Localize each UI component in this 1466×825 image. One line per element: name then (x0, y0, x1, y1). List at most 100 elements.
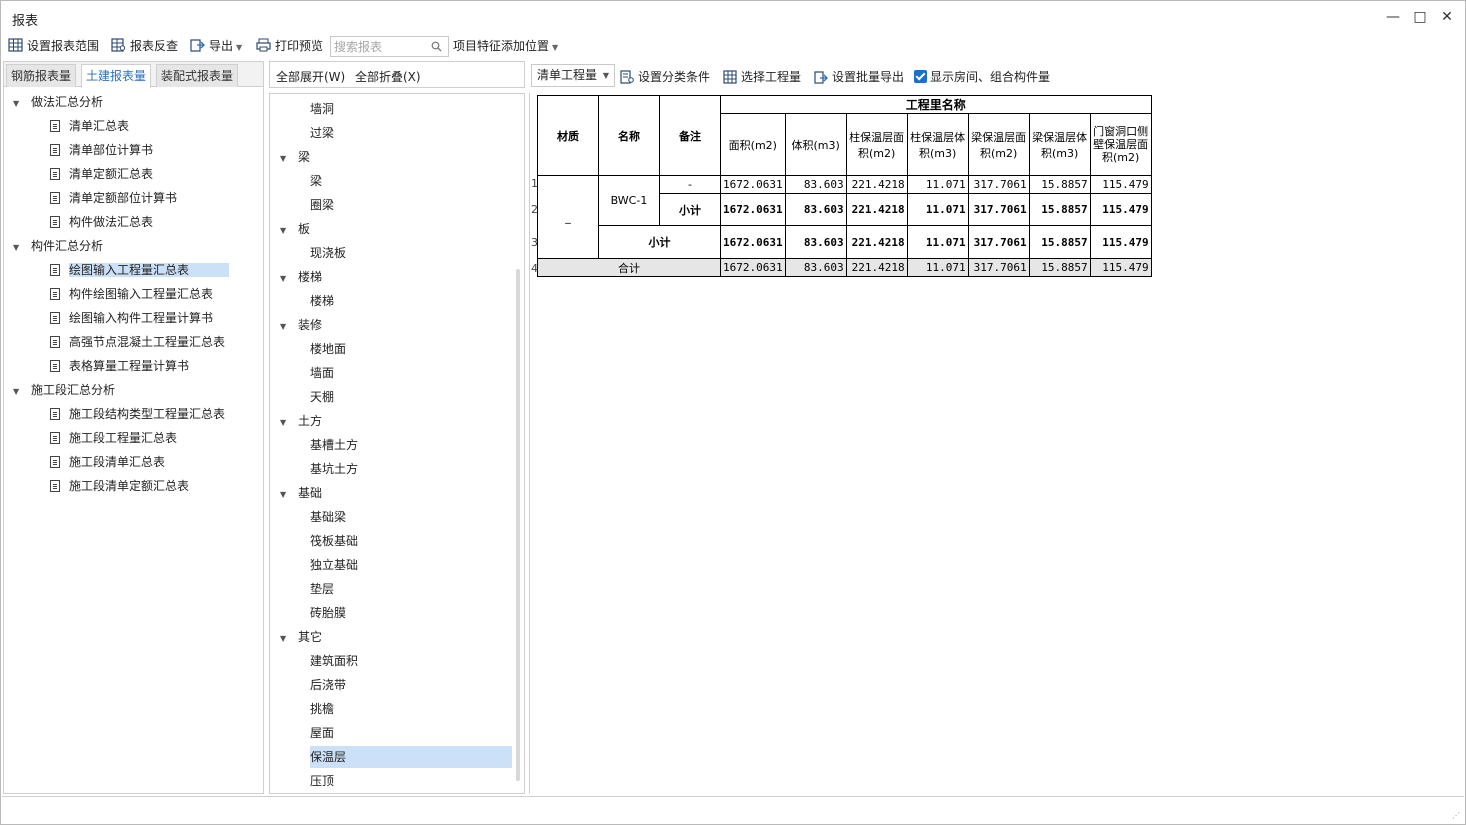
tree-item[interactable]: 清单定额部位计算书 (50, 187, 177, 209)
tree-item[interactable]: 施工段清单定额汇总表 (50, 475, 189, 497)
tree-group-label: 构件汇总分析 (31, 239, 104, 253)
tree-item[interactable]: 绘图输入构件工程量计算书 (50, 307, 213, 329)
tree-item[interactable]: 基坑土方 (310, 458, 358, 480)
close-icon[interactable]: ✕ (1439, 9, 1455, 25)
chevron-down-icon: ▼ (552, 43, 559, 52)
search-input[interactable] (331, 37, 427, 56)
tree-item[interactable]: 高强节点混凝土工程量汇总表 (50, 331, 225, 353)
tree-item[interactable]: 楼地面 (310, 338, 346, 360)
tab-civil-report[interactable]: 土建报表量 (81, 64, 152, 88)
checkbox-checked-icon[interactable] (914, 70, 927, 83)
feature-position-dropdown[interactable]: 项目特征添加位置 ▼ (453, 37, 558, 55)
cell-total-label: 合计 (537, 258, 721, 277)
tree-item[interactable]: 墙洞 (310, 98, 334, 120)
expand-arrow-icon[interactable]: ▼ (280, 316, 290, 338)
expand-arrow-icon[interactable]: ▼ (13, 381, 23, 403)
tree-group[interactable]: ▼ 基础 (280, 482, 322, 504)
document-icon (50, 120, 60, 132)
tree-item-selected[interactable]: 保温层 (310, 746, 512, 768)
tree-group-component[interactable]: ▼ 构件汇总分析 (13, 235, 103, 257)
expand-all-button[interactable]: 全部展开(W) (276, 68, 345, 85)
tree-item[interactable]: 清单部位计算书 (50, 139, 153, 161)
tree-item[interactable]: 独立基础 (310, 554, 358, 576)
expand-arrow-icon[interactable]: ▼ (280, 268, 290, 290)
expand-arrow-icon[interactable]: ▼ (280, 148, 290, 170)
maximize-icon[interactable]: □ (1412, 9, 1428, 25)
tree-item-selected[interactable]: 绘图输入工程量汇总表 (50, 259, 230, 281)
tree-item[interactable]: 筏板基础 (310, 530, 358, 552)
tree-item[interactable]: 施工段结构类型工程量汇总表 (50, 403, 225, 425)
tree-item[interactable]: 屋面 (310, 722, 334, 744)
tree-item[interactable]: 天棚 (310, 386, 334, 408)
tree-item[interactable]: 清单定额汇总表 (50, 163, 153, 185)
tree-item[interactable]: 圈梁 (310, 194, 334, 216)
tree-group[interactable]: ▼ 其它 (280, 626, 322, 648)
print-preview-button[interactable]: 打印预览 (256, 37, 323, 55)
tree-item[interactable]: 砖胎膜 (310, 602, 346, 624)
batch-export-button[interactable]: 设置批量导出 (814, 68, 904, 85)
tree-item[interactable]: 基础梁 (310, 506, 346, 528)
document-icon (50, 144, 60, 156)
tree-item[interactable]: 楼梯 (310, 290, 334, 312)
print-preview-label: 打印预览 (275, 39, 324, 53)
set-range-button[interactable]: 设置报表范围 (8, 37, 99, 55)
header-qty: 柱保温层体积(m3) (906, 113, 969, 176)
quantity-type-select[interactable]: 清单工程量 ▼ (531, 64, 615, 87)
cell-value: 221.4218 (845, 225, 908, 259)
tree-item[interactable]: 过梁 (310, 122, 334, 144)
cell-value: 221.4218 (845, 175, 908, 194)
tree-group[interactable]: ▼ 梁 (280, 146, 310, 168)
tree-item[interactable]: 梁 (310, 170, 322, 192)
collapse-all-button[interactable]: 全部折叠(X) (355, 68, 421, 85)
tree-label: 其它 (298, 630, 323, 644)
reverse-check-button[interactable]: 报表反查 (111, 37, 178, 55)
expand-arrow-icon[interactable]: ▼ (280, 412, 290, 434)
tree-item[interactable]: 施工段清单汇总表 (50, 451, 165, 473)
expand-arrow-icon[interactable]: ▼ (280, 484, 290, 506)
export-button[interactable]: 导出 ▼ (190, 37, 242, 55)
tree-label: 后浇带 (310, 678, 347, 692)
tree-group-method[interactable]: ▼ 做法汇总分析 (13, 91, 103, 113)
expand-arrow-icon[interactable]: ▼ (280, 628, 290, 650)
tree-item[interactable]: 垫层 (310, 578, 334, 600)
reverse-check-label: 报表反查 (130, 39, 179, 53)
minimize-icon[interactable]: — (1385, 9, 1401, 25)
tree-group[interactable]: ▼ 楼梯 (280, 266, 322, 288)
tree-item[interactable]: 基槽土方 (310, 434, 358, 456)
set-category-button[interactable]: 设置分类条件 (620, 68, 710, 85)
resize-grip-icon[interactable]: ⋰ (1452, 812, 1460, 820)
search-icon[interactable] (431, 41, 442, 52)
expand-arrow-icon[interactable]: ▼ (13, 237, 23, 259)
tree-label: 垫层 (310, 582, 335, 596)
tree-item[interactable]: 构件绘图输入工程量汇总表 (50, 283, 213, 305)
cell-material: _ (537, 175, 599, 259)
export-icon (190, 39, 205, 52)
print-icon (256, 38, 271, 52)
tree-item[interactable]: 墙面 (310, 362, 334, 384)
show-rooms-checkbox[interactable]: 显示房间、组合构件量 (914, 68, 1050, 85)
tree-item[interactable]: 建筑面积 (310, 650, 358, 672)
expand-arrow-icon[interactable]: ▼ (13, 93, 23, 115)
tab-rebar-report[interactable]: 钢筋报表量 (6, 64, 77, 87)
grid-icon (8, 38, 23, 52)
tree-item[interactable]: 构件做法汇总表 (50, 211, 153, 233)
tree-item[interactable]: 施工段工程量汇总表 (50, 427, 177, 449)
tab-prefab-report[interactable]: 装配式报表量 (156, 64, 239, 87)
expand-arrow-icon[interactable]: ▼ (280, 220, 290, 242)
select-quantity-button[interactable]: 选择工程量 (723, 68, 801, 85)
tree-item[interactable]: 现浇板 (310, 242, 346, 264)
tree-item[interactable]: 表格算量工程量计算书 (50, 355, 189, 377)
tree-group[interactable]: ▼ 装修 (280, 314, 322, 336)
tree-item[interactable]: 后浇带 (310, 674, 346, 696)
chevron-down-icon[interactable]: ▼ (236, 43, 242, 52)
cell-value: 317.7061 (967, 258, 1030, 277)
scrollbar[interactable] (516, 269, 520, 781)
tree-item[interactable]: 清单汇总表 (50, 115, 129, 137)
tree-label: 砖胎膜 (310, 606, 347, 620)
tree-label: 筏板基础 (310, 534, 359, 548)
tree-group-segment[interactable]: ▼ 施工段汇总分析 (13, 379, 115, 401)
tree-group[interactable]: ▼ 土方 (280, 410, 322, 432)
tree-item[interactable]: 挑檐 (310, 698, 334, 720)
tree-group[interactable]: ▼ 板 (280, 218, 310, 240)
tree-item[interactable]: 压顶 (310, 770, 334, 792)
